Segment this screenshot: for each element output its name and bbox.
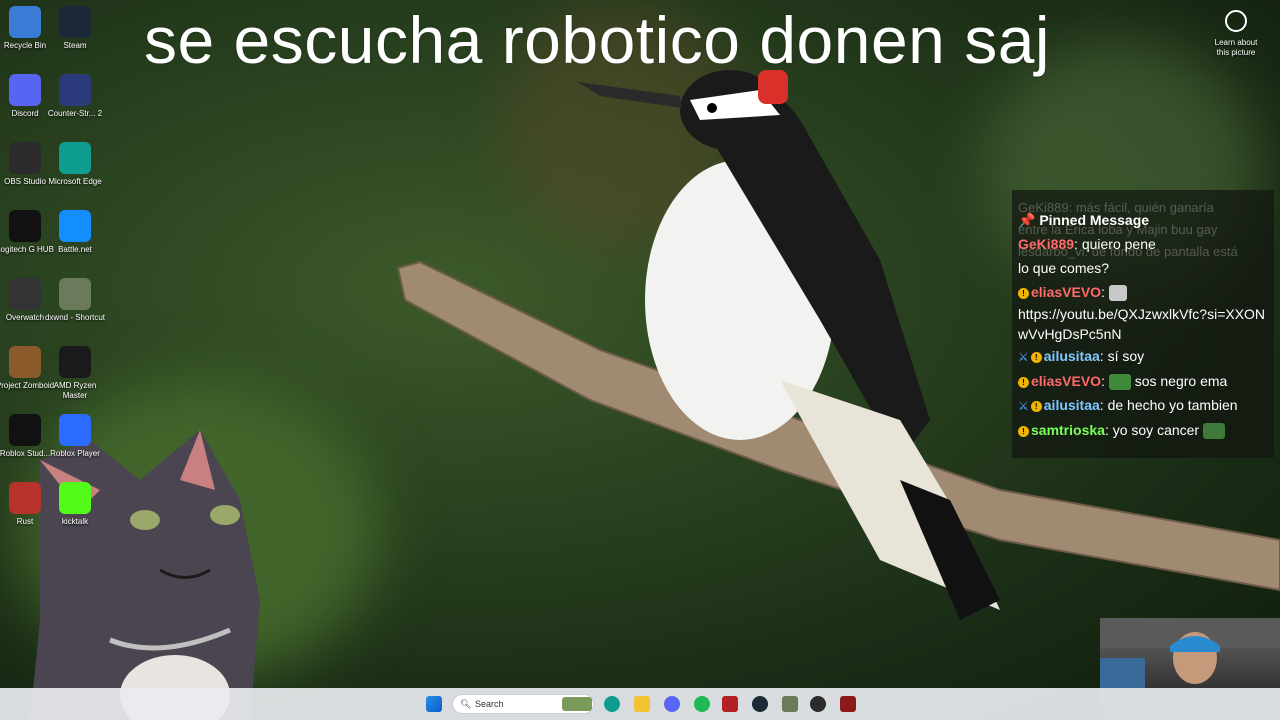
learn-about-label: Learn about this picture bbox=[1214, 38, 1258, 57]
desktop-shortcut-label: Steam bbox=[63, 41, 87, 50]
dxwnd-taskbar-icon[interactable] bbox=[782, 696, 798, 712]
emote-icon bbox=[1108, 285, 1127, 302]
desktop-shortcut[interactable]: Steam bbox=[43, 6, 107, 51]
chat-text: : sí soy bbox=[1099, 348, 1145, 364]
learn-about-picture[interactable]: Learn about this picture bbox=[1208, 10, 1264, 58]
chat-link[interactable]: https://youtu.be/QXJzwxlkVfc?si=XXONwVvH… bbox=[1018, 304, 1268, 344]
chat-message: ! eliasVEVO: bbox=[1018, 280, 1268, 304]
zomboid-icon bbox=[9, 346, 41, 378]
chat-text: : quiero pene bbox=[1074, 236, 1156, 252]
pinned-label: Pinned Message bbox=[1039, 212, 1150, 228]
chat-text: : bbox=[1101, 373, 1109, 389]
chat-username: ailusitaa bbox=[1043, 397, 1100, 413]
desktop-shortcut-label: AMD Ryzen Master bbox=[53, 381, 97, 400]
emote-icon bbox=[1202, 423, 1225, 440]
emote-icon bbox=[1108, 374, 1131, 391]
desktop-shortcut-label: Microsoft Edge bbox=[48, 177, 102, 186]
moderator-sword-icon: ⚔ bbox=[1018, 350, 1029, 364]
pinned-header: 📌 Pinned Message bbox=[1018, 208, 1268, 232]
ryzen-icon bbox=[59, 346, 91, 378]
desktop-shortcut-label: Counter-Str... 2 bbox=[47, 109, 103, 118]
sub-badge-icon: ! bbox=[1018, 287, 1029, 299]
discord-icon bbox=[9, 74, 41, 106]
camera-icon bbox=[1225, 10, 1247, 32]
chat-username: ailusitaa bbox=[1043, 348, 1100, 364]
counter-strike-icon bbox=[59, 74, 91, 106]
chat-text: : de hecho yo tambien bbox=[1099, 397, 1238, 413]
moderator-sword-icon: ⚔ bbox=[1018, 399, 1029, 413]
obs-icon bbox=[9, 142, 41, 174]
dxwnd-icon bbox=[59, 278, 91, 310]
desktop-shortcut[interactable]: kicktalk bbox=[43, 482, 107, 527]
rust-icon bbox=[9, 482, 41, 514]
chat-message: ⚔! ailusitaa: de hecho yo tambien bbox=[1018, 393, 1268, 418]
discord-taskbar-icon[interactable] bbox=[664, 696, 680, 712]
chat-text: : bbox=[1101, 284, 1105, 300]
chat-text: lo que comes? bbox=[1018, 260, 1110, 276]
desktop-shortcut[interactable]: Microsoft Edge bbox=[43, 142, 107, 187]
desktop-shortcut[interactable]: dxwnd - Shortcut bbox=[43, 278, 107, 323]
desktop-shortcut-label: dxwnd - Shortcut bbox=[44, 313, 106, 322]
recycle-bin-icon bbox=[9, 6, 41, 38]
chat-username: GeKi889 bbox=[1018, 236, 1075, 252]
valorant-taskbar-icon[interactable] bbox=[840, 696, 856, 712]
desktop-shortcut[interactable]: Counter-Str... 2 bbox=[43, 74, 107, 119]
chat-message: ! eliasVEVO: sos negro ema bbox=[1018, 369, 1268, 393]
chat-username: eliasVEVO bbox=[1031, 373, 1102, 389]
sub-badge-icon: ! bbox=[1030, 351, 1042, 363]
file-explorer-icon[interactable] bbox=[634, 696, 650, 712]
chat-overlay: GeKi889: más fácil, quién ganaría entre … bbox=[1012, 190, 1274, 458]
overwatch-icon bbox=[9, 278, 41, 310]
desktop-shortcut-label: Battle.net bbox=[58, 245, 92, 254]
chat-message: ⚔! ailusitaa: sí soy bbox=[1018, 344, 1268, 369]
desktop-shortcut[interactable]: Roblox Player bbox=[43, 414, 107, 459]
app-taskbar-icon[interactable] bbox=[722, 696, 738, 712]
battlenet-icon bbox=[59, 210, 91, 242]
edge-taskbar-icon[interactable] bbox=[604, 696, 620, 712]
chat-text: : yo soy cancer bbox=[1104, 422, 1200, 438]
chat-text: sos negro ema bbox=[1130, 373, 1228, 389]
roblox-icon bbox=[59, 414, 91, 446]
start-button[interactable] bbox=[426, 696, 442, 712]
sub-badge-icon: ! bbox=[1018, 425, 1029, 437]
desktop-shortcut-label: kicktalk bbox=[61, 517, 89, 526]
stream-caption: se escucha robotico donen saj bbox=[144, 3, 1051, 77]
sub-badge-icon: ! bbox=[1018, 376, 1029, 388]
desktop-shortcut[interactable]: Battle.net bbox=[43, 210, 107, 255]
sub-badge-icon: ! bbox=[1030, 400, 1042, 412]
spotify-taskbar-icon[interactable] bbox=[694, 696, 710, 712]
logitech-icon bbox=[9, 210, 41, 242]
desktop-shortcut[interactable]: AMD Ryzen Master bbox=[43, 346, 107, 401]
chat-message: ! samtrioska: yo soy cancer bbox=[1018, 418, 1268, 442]
steam-taskbar-icon[interactable] bbox=[752, 696, 768, 712]
widgets-thumbnail[interactable] bbox=[562, 697, 592, 711]
roblox-studio-icon bbox=[9, 414, 41, 446]
chat-username: samtrioska bbox=[1031, 422, 1105, 438]
search-icon: 🔍︎ bbox=[460, 699, 472, 709]
pinned-message: GeKi889: quiero pene bbox=[1018, 232, 1268, 256]
cat-mascot bbox=[30, 430, 260, 720]
steam-icon bbox=[59, 6, 91, 38]
edge-icon bbox=[59, 142, 91, 174]
obs-taskbar-icon[interactable] bbox=[810, 696, 826, 712]
kicktalk-icon bbox=[59, 482, 91, 514]
chat-username: eliasVEVO bbox=[1031, 284, 1102, 300]
search-placeholder: Search bbox=[475, 699, 504, 709]
desktop-shortcut-label: Roblox Player bbox=[50, 449, 100, 458]
pin-icon: 📌 bbox=[1018, 212, 1036, 228]
